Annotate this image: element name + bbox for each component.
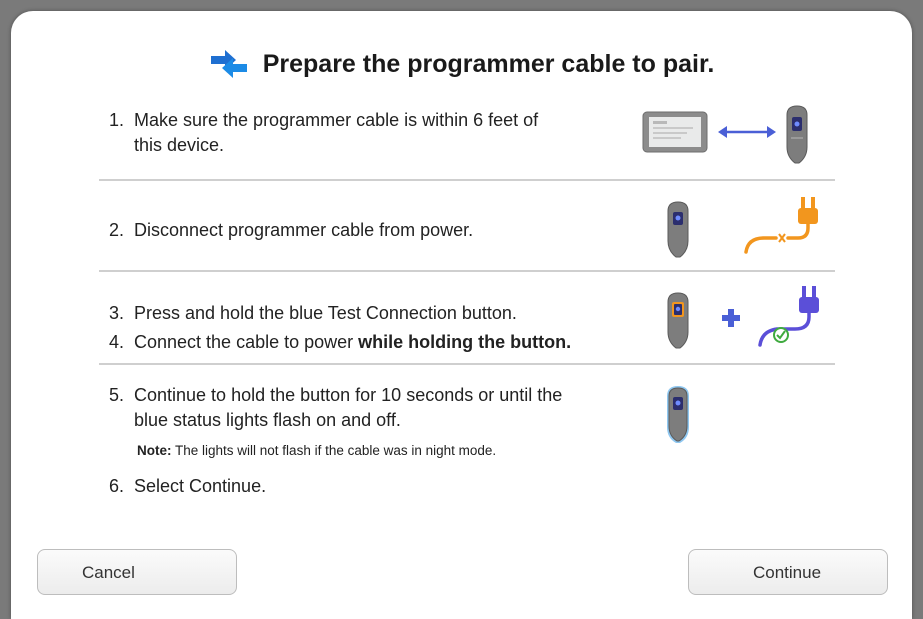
step-number: 5. [109, 385, 125, 405]
plus-icon [722, 309, 740, 327]
divider [99, 179, 835, 181]
step-text: Connect the cable to power [134, 332, 354, 352]
step-number: 1. [109, 110, 125, 130]
note-label: Note: [137, 443, 172, 458]
continue-button[interactable]: Continue [688, 549, 888, 595]
note: Note: The lights will not flash if the c… [137, 443, 496, 458]
divider [99, 363, 835, 365]
programmer-cable-icon [786, 105, 808, 164]
dialog-title-text: Prepare the programmer cable to pair. [262, 49, 715, 78]
cancel-button-label: Cancel [82, 563, 135, 582]
step-number: 6. [109, 476, 125, 496]
pair-dialog: Prepare the programmer cable to pair. 1.… [11, 11, 912, 619]
pair-arrows-icon [210, 50, 247, 78]
step-number: 2. [109, 220, 125, 240]
programmer-cable-icon [667, 201, 689, 258]
programmer-cable-lit-icon [667, 386, 689, 443]
step-text: this device. [134, 135, 225, 155]
plugged-power-icon [758, 286, 819, 347]
programmer-cable-pressed-icon [667, 292, 689, 349]
step-text-emphasis: while holding the button. [358, 332, 572, 352]
step-number: 3. [109, 303, 125, 323]
continue-button-label: Continue [753, 563, 822, 582]
step-number: 4. [109, 332, 125, 352]
divider [99, 270, 835, 272]
step-text: blue status lights flash on and off. [134, 410, 401, 430]
tablet-device-icon [642, 111, 708, 153]
note-text: The lights will not flash if the cable w… [175, 443, 497, 458]
dialog-title: Prepare the programmer cable to pair. [11, 49, 912, 86]
step-text: Continue to hold the button for 10 secon… [134, 385, 563, 405]
step-text: Select Continue. [134, 476, 267, 496]
unplugged-power-icon [744, 197, 818, 254]
cancel-button[interactable]: Cancel [37, 549, 237, 595]
step-text: Press and hold the blue Test Connection … [134, 303, 517, 323]
step-text: Disconnect programmer cable from power. [134, 220, 474, 240]
double-arrow-icon [718, 126, 776, 138]
step-text: Make sure the programmer cable is within… [134, 110, 539, 130]
